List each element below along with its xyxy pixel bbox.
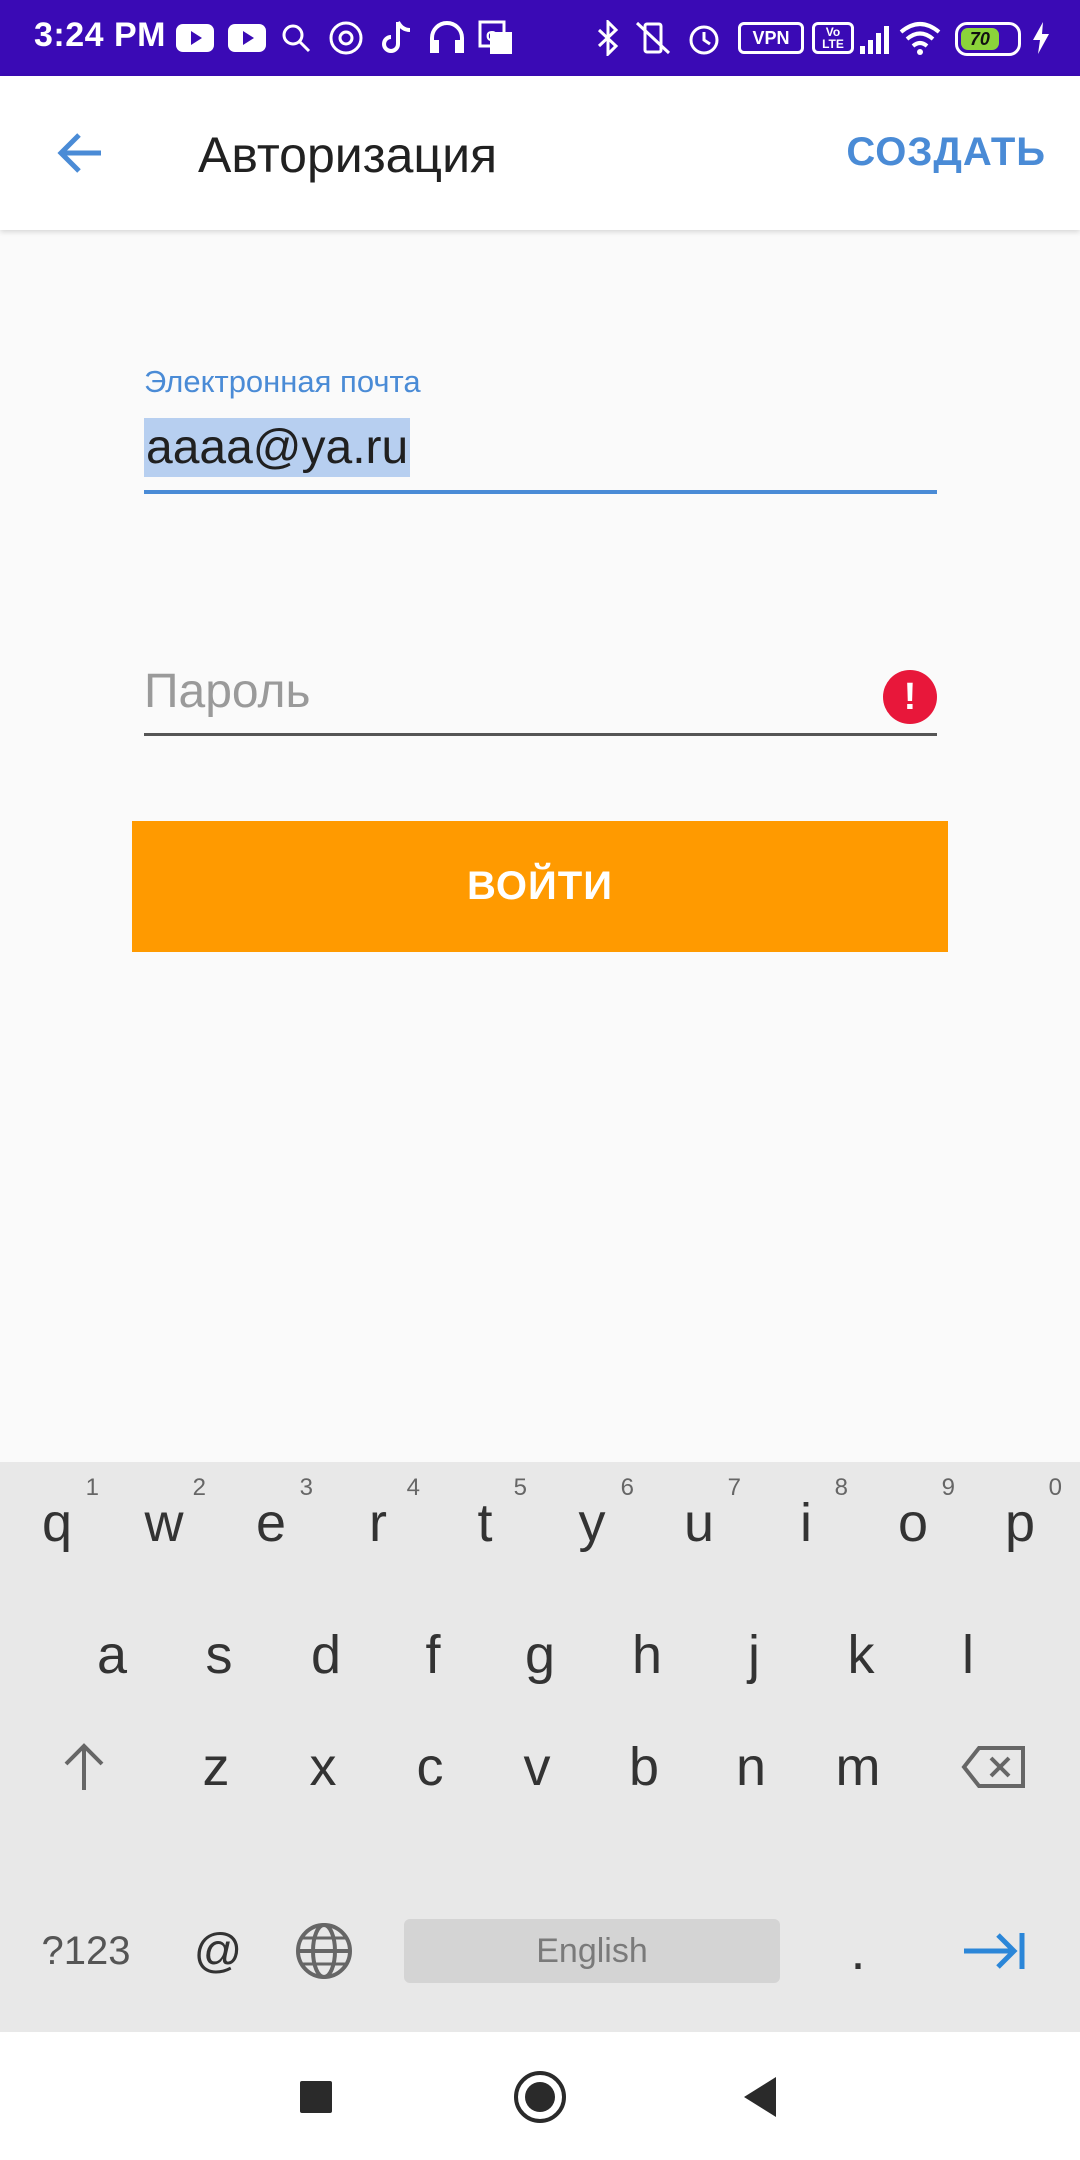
key-hint: 7	[727, 1474, 741, 1501]
battery-level: 70	[961, 28, 999, 50]
page-title: Авторизация	[198, 127, 498, 183]
triangle-back-icon	[744, 2077, 776, 2117]
youtube-icon	[228, 18, 266, 58]
at-sign-icon	[328, 18, 364, 58]
arrow-back-icon	[57, 133, 101, 173]
back-nav-button[interactable]	[725, 2062, 795, 2132]
key-label: e	[255, 1493, 287, 1553]
status-bar: 3:24 PM G VPN Vo LTE 70	[0, 0, 1080, 76]
wifi-icon	[898, 18, 942, 58]
youtube-icon	[176, 18, 214, 58]
key-label: u	[683, 1493, 715, 1553]
email-field[interactable]: aaaa@ya.ru	[144, 410, 937, 494]
key-hint: 0	[1048, 1474, 1062, 1501]
key-h[interactable]: h	[597, 1600, 697, 1710]
key-hint: 8	[834, 1474, 848, 1501]
key-j[interactable]: j	[704, 1600, 804, 1710]
navigation-bar	[0, 2032, 1080, 2160]
key-label: i	[800, 1493, 812, 1553]
language-key[interactable]	[274, 1896, 374, 2006]
key-label: p	[1004, 1493, 1036, 1553]
key-q[interactable]: q1	[7, 1468, 107, 1578]
key-w[interactable]: w2	[114, 1468, 214, 1578]
key-e[interactable]: e3	[221, 1468, 321, 1578]
key-z[interactable]: z	[166, 1712, 266, 1822]
key-hint: 5	[513, 1474, 527, 1501]
tiktok-icon	[380, 18, 414, 58]
email-field-label: Электронная почта	[144, 364, 421, 399]
home-button[interactable]	[505, 2062, 575, 2132]
home-circle-icon	[514, 2071, 566, 2123]
signal-icon	[858, 18, 896, 58]
translate-icon: G	[478, 18, 514, 58]
period-key[interactable]: .	[808, 1896, 908, 2006]
key-r[interactable]: r4	[328, 1468, 428, 1578]
bluetooth-icon	[596, 18, 620, 58]
key-hint: 4	[406, 1474, 420, 1501]
email-value: aaaa@ya.ru	[144, 418, 411, 478]
charging-icon	[1030, 18, 1052, 58]
key-hint: 3	[299, 1474, 313, 1501]
svg-text:G: G	[486, 28, 498, 45]
space-key[interactable]: English	[404, 1919, 780, 1983]
key-v[interactable]: v	[487, 1712, 587, 1822]
key-p[interactable]: p0	[970, 1468, 1070, 1578]
at-key[interactable]: @	[168, 1896, 268, 2006]
battery-indicator: 70	[955, 22, 1021, 56]
password-field[interactable]: Пароль !	[144, 650, 937, 736]
key-d[interactable]: d	[276, 1600, 376, 1710]
key-g[interactable]: g	[490, 1600, 590, 1710]
backspace-icon	[961, 1746, 1025, 1788]
keyboard: q1w2e3r4t5y6u7i8o9p0 asdfghjkl zxcvbnm ?…	[0, 1462, 1080, 2032]
key-s[interactable]: s	[169, 1600, 269, 1710]
key-n[interactable]: n	[701, 1712, 801, 1822]
status-time: 3:24 PM	[34, 16, 166, 54]
headset-icon	[428, 18, 466, 58]
tab-arrow-icon	[964, 1933, 1025, 1969]
key-hint: 2	[192, 1474, 206, 1501]
app-bar: Авторизация СОЗДАТЬ	[0, 76, 1080, 230]
key-x[interactable]: x	[273, 1712, 373, 1822]
key-label: r	[369, 1493, 387, 1553]
shift-key[interactable]	[34, 1712, 134, 1822]
alarm-icon	[686, 18, 722, 58]
key-label: y	[578, 1493, 606, 1553]
key-y[interactable]: y6	[542, 1468, 642, 1578]
password-placeholder: Пароль	[144, 665, 311, 718]
vpn-badge: VPN	[738, 22, 804, 54]
create-account-button[interactable]: СОЗДАТЬ	[846, 130, 1046, 175]
key-label: o	[897, 1493, 929, 1553]
key-f[interactable]: f	[383, 1600, 483, 1710]
square-icon	[300, 2081, 332, 2113]
next-field-key[interactable]	[944, 1896, 1044, 2006]
recents-button[interactable]	[281, 2062, 351, 2132]
key-hint: 1	[85, 1474, 99, 1501]
vibrate-off-icon	[634, 18, 672, 58]
key-hint: 6	[620, 1474, 634, 1501]
backspace-key[interactable]	[944, 1712, 1044, 1822]
key-i[interactable]: i8	[756, 1468, 856, 1578]
back-button[interactable]	[44, 118, 114, 188]
key-hint: 9	[941, 1474, 955, 1501]
search-icon	[280, 18, 312, 58]
key-label: w	[144, 1493, 184, 1553]
key-t[interactable]: t5	[435, 1468, 535, 1578]
key-o[interactable]: o9	[863, 1468, 963, 1578]
key-u[interactable]: u7	[649, 1468, 749, 1578]
volte-badge: Vo LTE	[812, 22, 854, 54]
symbols-key[interactable]: ?123	[34, 1896, 138, 2006]
error-icon: !	[883, 670, 937, 724]
key-a[interactable]: a	[62, 1600, 162, 1710]
key-c[interactable]: c	[380, 1712, 480, 1822]
key-m[interactable]: m	[808, 1712, 908, 1822]
globe-icon	[296, 1923, 352, 1979]
login-button[interactable]: ВОЙТИ	[132, 821, 948, 952]
key-b[interactable]: b	[594, 1712, 694, 1822]
shift-icon	[64, 1743, 104, 1790]
key-k[interactable]: k	[811, 1600, 911, 1710]
key-l[interactable]: l	[918, 1600, 1018, 1710]
key-label: t	[477, 1493, 493, 1553]
key-label: q	[41, 1493, 73, 1553]
